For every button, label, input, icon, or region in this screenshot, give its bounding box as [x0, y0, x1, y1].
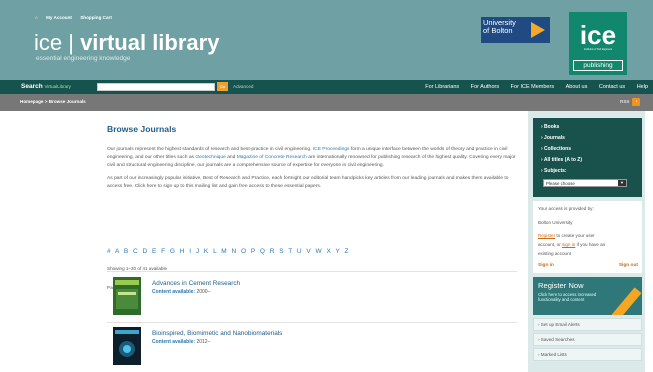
journal-cover-bioinspired[interactable]	[113, 327, 141, 365]
tagline: essential engineering knowledge	[36, 55, 131, 62]
nav-librarians[interactable]: For Librarians	[425, 84, 459, 90]
university-arrow-icon	[531, 22, 545, 38]
sign-out-button[interactable]: Sign out	[619, 263, 638, 268]
menu-books[interactable]: › Books	[541, 124, 559, 130]
logo-light-text: ice |	[34, 30, 81, 55]
ice-proceedings-link[interactable]: ICE Proceedings	[313, 147, 350, 152]
pencil-icon	[611, 287, 642, 315]
search-go-button[interactable]: Go	[217, 82, 228, 91]
breadcrumb[interactable]: Homepage > Browse Journals	[20, 99, 86, 104]
menu-collections[interactable]: › Collections	[541, 146, 571, 152]
register-line-text: to create your user	[556, 233, 595, 238]
site-header: ⌂ My Account Shopping Cart ice | virtual…	[0, 0, 653, 80]
search-input[interactable]	[97, 83, 215, 91]
register-now-text: Click here to access increased functional…	[538, 292, 596, 302]
register-line: Register to create your user	[538, 233, 595, 238]
intro-text-and: and	[227, 155, 236, 160]
main-nav: Search VirtualLibrary Go Advanced For Li…	[0, 80, 653, 94]
divider	[107, 271, 517, 272]
search-label-text: Search	[21, 83, 43, 90]
register-now-banner[interactable]: Register Now Click here to access increa…	[533, 277, 642, 315]
signin-line-text-b: if you have an	[576, 242, 606, 247]
access-provided-label: Your access is provided by:	[538, 206, 594, 211]
nav-authors[interactable]: For Authors	[471, 84, 499, 90]
nav-help[interactable]: Help	[637, 84, 648, 90]
availability-label: Content available:	[152, 339, 196, 345]
register-link[interactable]: Register	[538, 233, 555, 238]
nav-contact-us[interactable]: Contact us	[599, 84, 625, 90]
rss-label[interactable]: RSS	[620, 99, 629, 104]
site-logo[interactable]: ice | virtual library	[34, 32, 219, 54]
marked-lists-link[interactable]: › Marked Lists	[533, 348, 642, 361]
ice-logo-subtitle: Institution of Civil Engineers	[583, 49, 613, 51]
ice-publishing-label: publishing	[573, 60, 623, 71]
rss-icon[interactable]: ◔	[632, 98, 640, 106]
logo-bold-text: virtual library	[80, 30, 220, 55]
journal-availability: Content available: 2012–	[152, 339, 210, 345]
breadcrumb-bar: Homepage > Browse Journals RSS ◔	[0, 94, 653, 111]
chevron-down-icon[interactable]: ▼	[618, 180, 626, 186]
advanced-search-link[interactable]: Advanced	[233, 84, 253, 89]
journal-item[interactable]: Advances in Cement Research Content avai…	[113, 277, 513, 317]
signin-line-text-a: account, or	[538, 242, 561, 247]
best-of-paragraph: As part of our increasingly popular init…	[107, 176, 509, 189]
page-title: Browse Journals	[107, 124, 177, 134]
journal-title[interactable]: Advances in Cement Research	[152, 280, 240, 287]
subject-select[interactable]: Please choose ▼	[543, 179, 627, 187]
access-panel: Your access is provided by: Bolton Unive…	[533, 201, 642, 273]
existing-account-line: existing account	[538, 251, 571, 256]
nav-ice-members[interactable]: For ICE Members	[511, 84, 554, 90]
sign-in-button[interactable]: Sign in	[538, 263, 554, 268]
shopping-cart-link[interactable]: Shopping Cart	[80, 15, 112, 20]
menu-all-titles[interactable]: › All titles (A to Z)	[541, 157, 582, 163]
menu-journals[interactable]: › Journals	[541, 135, 565, 141]
intro-paragraph: Our journals represent the highest stand…	[107, 146, 517, 170]
signin-line: account, or sign in if you have an	[538, 242, 605, 247]
nav-about-us[interactable]: About us	[566, 84, 588, 90]
ice-publishing-logo[interactable]: ice Institution of Civil Engineers publi…	[569, 12, 627, 75]
email-alerts-link[interactable]: › Set up Email Alerts	[533, 318, 642, 331]
journal-cover-cement[interactable]	[113, 277, 141, 315]
journal-availability: Content available: 2000–	[152, 289, 210, 295]
browse-menu: › Books › Journals › Collections › All t…	[533, 118, 642, 197]
subject-select-value: Please choose	[546, 181, 575, 186]
search-scope: VirtualLibrary	[44, 84, 71, 89]
register-now-text-2: functionality and content	[538, 297, 585, 302]
alphabet-filter[interactable]: # A B C D E F G H I J K L M N O P Q R S …	[107, 248, 350, 255]
home-icon[interactable]: ⌂	[35, 15, 38, 20]
top-links: ⌂ My Account Shopping Cart	[35, 15, 119, 20]
signin-inline-link[interactable]: sign in	[562, 242, 575, 247]
availability-label: Content available:	[152, 289, 196, 295]
register-now-title: Register Now	[538, 281, 584, 290]
journal-title[interactable]: Bioinspired, Biomimetic and Nanobiomater…	[152, 330, 282, 337]
search-label: Search VirtualLibrary	[21, 83, 71, 90]
university-logo: University of Bolton	[481, 17, 550, 43]
availability-value: 2012–	[196, 339, 211, 345]
journal-item[interactable]: Bioinspired, Biomimetic and Nanobiomater…	[113, 327, 513, 367]
saved-searches-link[interactable]: › Saved Searches	[533, 333, 642, 346]
concrete-research-link[interactable]: Magazine of Concrete Research	[237, 155, 307, 160]
ice-logo-text: ice	[579, 20, 617, 50]
nav-links: For Librarians For Authors For ICE Membe…	[415, 84, 648, 90]
availability-value: 2000–	[196, 289, 211, 295]
divider	[107, 322, 517, 323]
main-content: Browse Journals Our journals represent t…	[107, 124, 517, 365]
my-account-link[interactable]: My Account	[46, 15, 72, 20]
intro-text-1: Our journals represent the highest stand…	[107, 147, 312, 152]
institution-name: Bolton University	[538, 220, 573, 225]
menu-subjects: › Subjects:	[541, 168, 567, 174]
geotechnique-link[interactable]: Geotechnique	[195, 155, 225, 160]
